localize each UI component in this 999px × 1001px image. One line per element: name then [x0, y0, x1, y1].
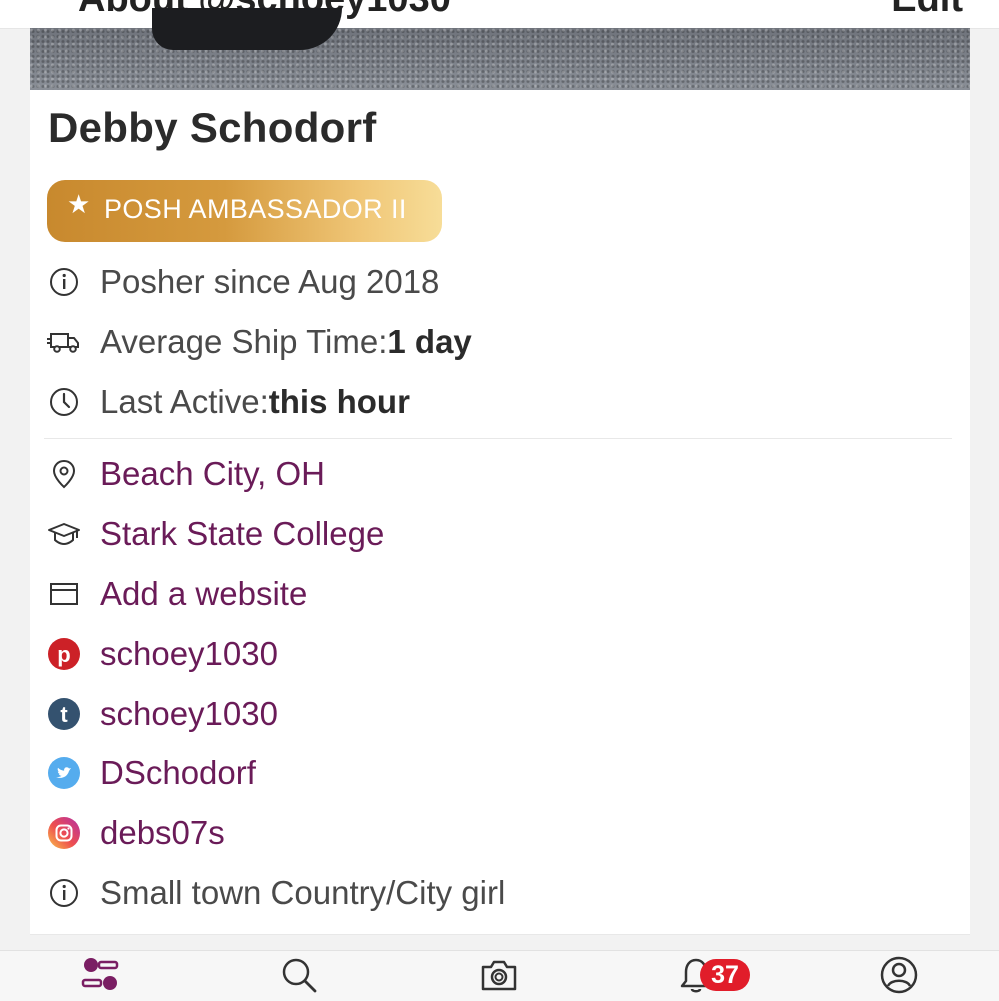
twitter-row[interactable]: DSchodorf — [44, 751, 256, 795]
profile-card: Debby Schodorf ★ POSH AMBASSADOR II Posh… — [30, 8, 970, 934]
instagram-icon — [44, 813, 84, 853]
clock-icon — [44, 382, 84, 422]
section-divider — [44, 438, 952, 439]
svg-text:p: p — [57, 642, 70, 667]
bio-text: Small town Country/City girl — [100, 874, 506, 911]
location-pin-icon — [44, 454, 84, 494]
bottom-nav: 37 — [0, 950, 999, 1001]
tumblr-icon: t — [44, 694, 84, 734]
camera-icon — [480, 958, 518, 997]
twitter-icon — [44, 753, 84, 793]
school-link[interactable]: Stark State College — [100, 515, 384, 553]
posher-since-row: Posher since Aug 2018 — [44, 260, 439, 304]
feed-tab[interactable] — [78, 955, 122, 999]
website-row[interactable]: Add a website — [44, 572, 307, 616]
pinterest-row[interactable]: p schoey1030 — [44, 632, 278, 676]
last-active-value: this hour — [268, 383, 410, 420]
svg-text:t: t — [60, 702, 68, 727]
instagram-link[interactable]: debs07s — [100, 814, 225, 852]
pinterest-link[interactable]: schoey1030 — [100, 635, 278, 673]
truck-icon — [44, 322, 84, 362]
ambassador-badge[interactable]: ★ POSH AMBASSADOR II — [47, 180, 442, 242]
ambassador-badge-label: POSH AMBASSADOR II — [104, 194, 407, 224]
sell-tab[interactable] — [477, 955, 521, 999]
add-website-link[interactable]: Add a website — [100, 575, 307, 613]
posher-since-text: Posher since Aug 2018 — [100, 263, 440, 300]
info-icon — [44, 873, 84, 913]
info-icon — [44, 262, 84, 302]
header-bar: About @schoey1030 Edit — [0, 0, 999, 29]
cover-photo-shoe — [152, 8, 342, 50]
location-row[interactable]: Beach City, OH — [44, 452, 325, 496]
last-active-row: Last Active: this hour — [44, 380, 410, 424]
instagram-row[interactable]: debs07s — [44, 811, 225, 855]
bio-row: Small town Country/City girl — [44, 871, 505, 915]
twitter-link[interactable]: DSchodorf — [100, 754, 256, 792]
account-icon — [879, 955, 919, 1000]
search-icon — [280, 956, 318, 999]
account-tab[interactable] — [877, 955, 921, 999]
edit-button[interactable]: Edit — [891, 0, 963, 21]
star-icon: ★ — [67, 189, 91, 219]
graduation-cap-icon — [44, 514, 84, 554]
profile-name: Debby Schodorf — [48, 104, 377, 151]
last-active-label: Last Active: — [100, 383, 269, 420]
pinterest-icon: p — [44, 634, 84, 674]
ship-time-label: Average Ship Time: — [100, 323, 388, 360]
cover-photo — [30, 8, 970, 90]
tumblr-link[interactable]: schoey1030 — [100, 695, 278, 733]
search-tab[interactable] — [277, 955, 321, 999]
notification-count-badge[interactable]: 37 — [700, 959, 750, 991]
tumblr-row[interactable]: t schoey1030 — [44, 692, 278, 736]
feed-icon — [80, 955, 120, 1000]
browser-window-icon — [44, 574, 84, 614]
ship-time-row: Average Ship Time: 1 day — [44, 320, 472, 364]
school-row[interactable]: Stark State College — [44, 512, 384, 556]
card-bottom-divider — [30, 934, 970, 935]
ship-time-value: 1 day — [387, 323, 472, 360]
location-link[interactable]: Beach City, OH — [100, 455, 325, 493]
